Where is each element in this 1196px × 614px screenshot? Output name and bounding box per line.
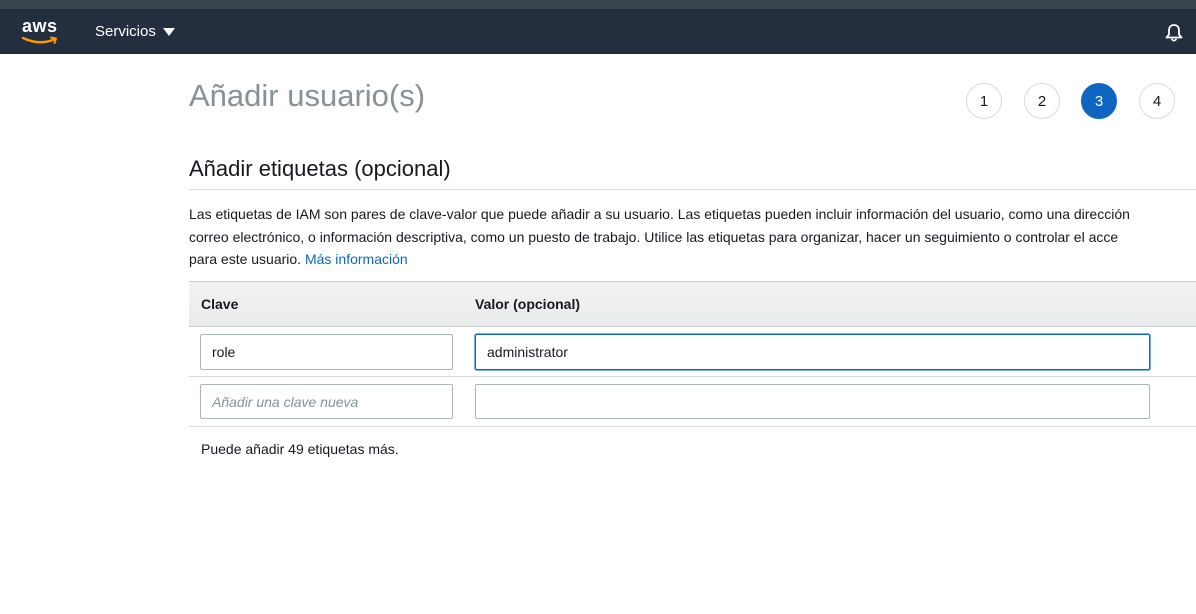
remaining-tags-text: Puede añadir 49 etiquetas más. — [201, 441, 399, 457]
section-description: Las etiquetas de IAM son pares de clave-… — [189, 203, 1196, 271]
services-label: Servicios — [95, 23, 156, 40]
description-line-2: correo electrónico, o información descri… — [189, 228, 1119, 245]
description-line-1: Las etiquetas de IAM son pares de clave-… — [189, 206, 1130, 222]
aws-logo-icon[interactable]: aws — [22, 16, 62, 46]
more-info-link[interactable]: Más información — [305, 251, 408, 267]
tags-table-header: Clave Valor (opcional) — [189, 281, 1196, 327]
column-header-value: Valor (opcional) — [475, 296, 581, 312]
logo-text: aws — [22, 16, 58, 36]
step-2[interactable]: 2 — [1024, 83, 1060, 119]
column-header-key: Clave — [201, 296, 239, 312]
caret-down-icon — [162, 28, 175, 36]
tag-value-input[interactable] — [475, 334, 1150, 370]
description-line-3-text: para este usuario. — [189, 251, 302, 267]
row-divider — [189, 426, 1196, 427]
new-tag-value-input[interactable] — [475, 384, 1150, 419]
step-1[interactable]: 1 — [966, 83, 1002, 119]
bell-icon[interactable] — [1164, 23, 1184, 43]
step-4[interactable]: 4 — [1139, 83, 1175, 119]
row-divider — [189, 376, 1196, 377]
top-navbar: aws Servicios — [0, 9, 1196, 54]
smile-arrow-icon — [22, 36, 57, 44]
step-3-current[interactable]: 3 — [1081, 83, 1117, 119]
tag-key-input[interactable] — [200, 334, 453, 370]
page-title: Añadir usuario(s) — [189, 78, 426, 113]
services-menu-button[interactable]: Servicios — [95, 23, 175, 40]
section-divider — [189, 189, 1196, 190]
section-title: Añadir etiquetas (opcional) — [189, 156, 451, 181]
browser-edge — [0, 0, 1196, 9]
description-line-3: para este usuario. Más información — [189, 248, 1196, 271]
new-tag-key-input[interactable] — [200, 384, 453, 419]
